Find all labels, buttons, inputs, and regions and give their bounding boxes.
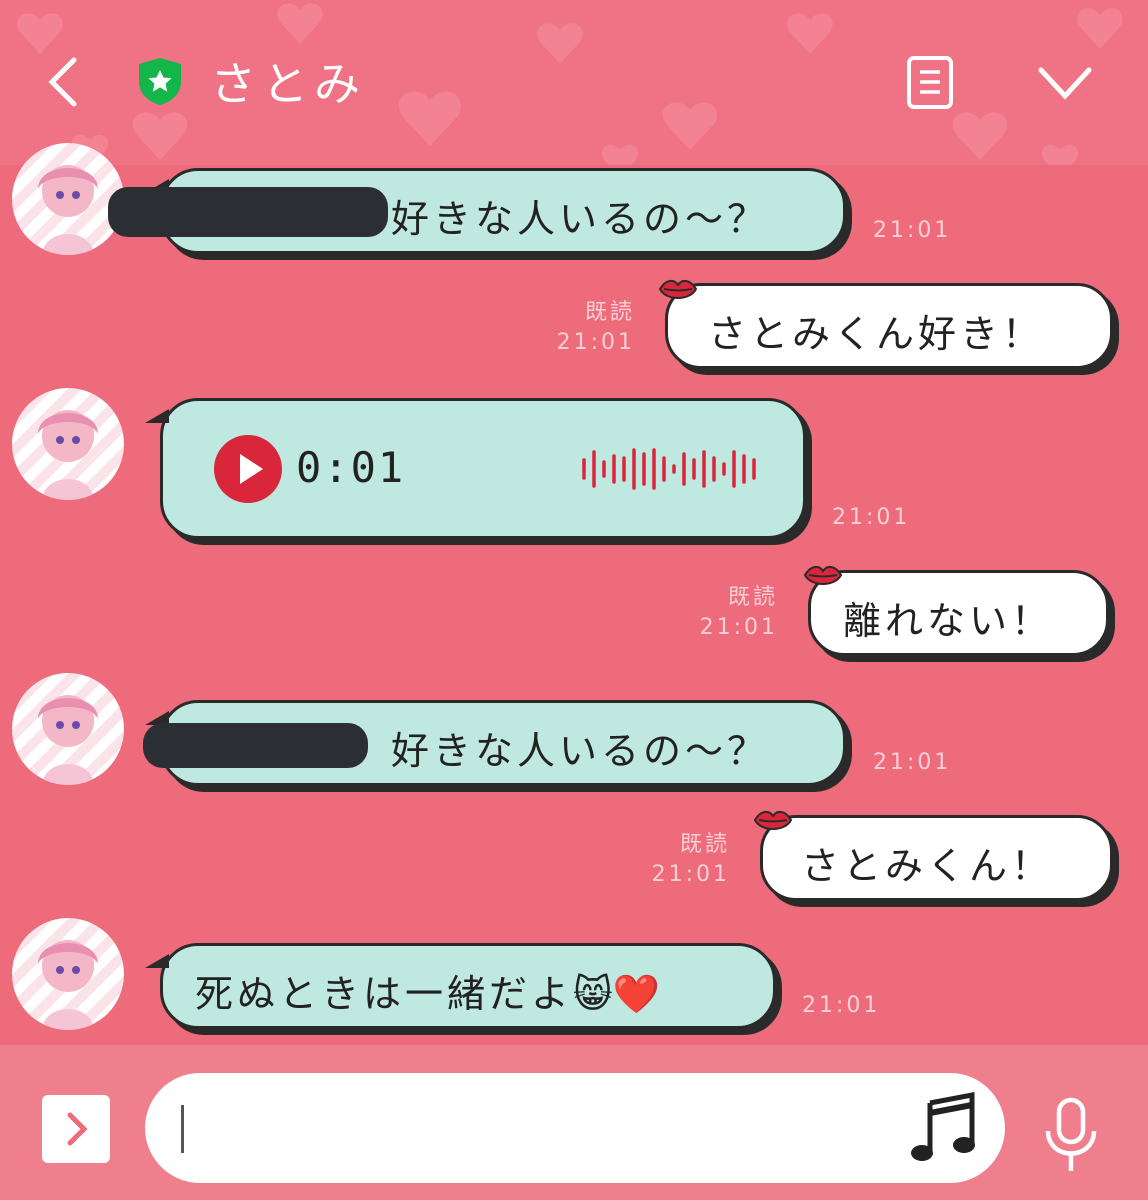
input-bar <box>0 1045 1148 1200</box>
message-text: さとみくん！ <box>801 844 1054 888</box>
read-receipt: 既読 21:01 <box>688 583 778 643</box>
notes-icon[interactable] <box>905 55 955 110</box>
microphone-icon[interactable] <box>1040 1097 1102 1175</box>
message-text: 好きな人いるの～？ <box>391 729 770 773</box>
message-input[interactable] <box>145 1073 1005 1183</box>
message-text-body: 死ぬときは一緒だよ <box>195 972 574 1016</box>
expand-icon <box>67 1112 88 1146</box>
outgoing-bubble: さとみくん好き！ <box>665 283 1113 369</box>
chat-header: さとみ <box>0 0 1148 165</box>
chat-title: さとみ <box>210 57 366 111</box>
avatar[interactable] <box>12 143 124 255</box>
message-time: 21:01 <box>556 330 635 355</box>
message-time: 21:01 <box>651 862 730 887</box>
verified-shield-icon <box>139 58 181 105</box>
expand-button[interactable] <box>42 1095 110 1163</box>
voice-duration: 0:01 <box>296 443 406 492</box>
message-time: 21:01 <box>699 615 778 640</box>
voice-message-bubble[interactable]: 0:01 <box>145 398 806 539</box>
music-note-icon[interactable] <box>910 1091 980 1166</box>
avatar[interactable] <box>12 673 124 785</box>
message-time: 21:01 <box>873 218 952 243</box>
lips-icon <box>803 565 843 585</box>
message-text: 死ぬときは一緒だよ😸❤️ <box>195 963 660 1018</box>
play-icon[interactable] <box>213 434 283 504</box>
message-time: 21:01 <box>802 993 881 1018</box>
emoji: 😸❤️ <box>573 972 660 1016</box>
lips-icon <box>753 810 793 830</box>
message-time: 21:01 <box>832 505 911 530</box>
text-cursor <box>181 1105 184 1153</box>
message-time: 21:01 <box>873 750 952 775</box>
read-receipt: 既読 21:01 <box>640 830 730 890</box>
message-text: 好きな人いるの～？ <box>391 197 770 241</box>
outgoing-bubble: さとみくん！ <box>760 815 1113 901</box>
message-text: 離れない！ <box>843 599 1054 643</box>
avatar[interactable] <box>12 388 124 500</box>
back-icon[interactable] <box>40 52 90 112</box>
outgoing-bubble: 離れない！ <box>808 570 1109 656</box>
redaction-bar <box>143 723 368 768</box>
avatar[interactable] <box>12 918 124 1030</box>
waveform-icon <box>582 448 756 490</box>
redaction-bar <box>108 187 388 237</box>
chevron-down-icon[interactable] <box>1035 60 1095 105</box>
message-text: さとみくん好き！ <box>708 312 1045 356</box>
chat-area: 好きな人いるの～？ 21:01 既読 21:01 さとみくん好き！ 0:01 2… <box>0 143 1148 1045</box>
read-label: 既読 <box>679 832 730 857</box>
read-receipt: 既読 21:01 <box>545 298 635 358</box>
incoming-bubble: 好きな人いるの～？ <box>143 700 846 786</box>
lips-icon <box>658 279 698 299</box>
read-label: 既読 <box>584 300 635 325</box>
read-label: 既読 <box>727 585 778 610</box>
incoming-bubble: 好きな人いるの～？ <box>108 168 846 254</box>
incoming-bubble: 死ぬときは一緒だよ😸❤️ <box>145 943 776 1029</box>
